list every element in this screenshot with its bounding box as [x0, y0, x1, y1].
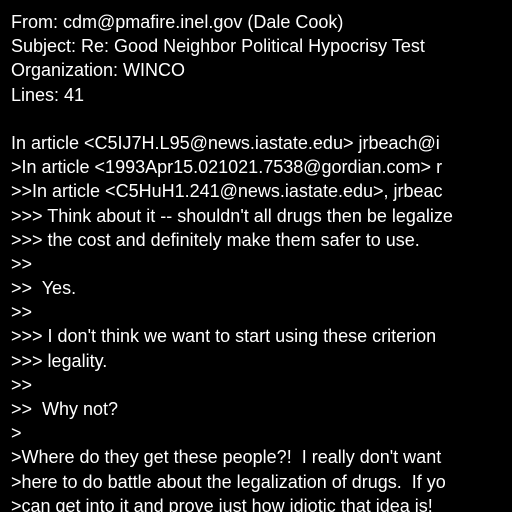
message-view: From: cdm@pmafire.inel.gov (Dale Cook) S… [0, 0, 512, 512]
body-line: >> Why not? [11, 399, 119, 419]
body-line: >> Yes. [11, 278, 77, 299]
body-line: In article <C5IJ7H.L95@news.iastate.edu>… [11, 132, 440, 153]
body-line: >>In article <C5HuH1.241@news.iastate.ed… [11, 181, 443, 202]
body-line: > [11, 423, 22, 444]
body-line: >>> Think about it -- shouldn't all drug… [11, 205, 453, 226]
body-line: >> [11, 302, 33, 323]
body-line: >Where do they get these people?! I real… [11, 447, 442, 468]
header-lines: Lines: 41 [11, 84, 85, 105]
header-from: From: cdm@pmafire.inel.gov (Dale Cook) [11, 12, 344, 32]
body-line: >here to do battle about the legalizatio… [11, 471, 446, 492]
body-line: >> [11, 253, 33, 274]
body-line: >>> the cost and definitely make them sa… [11, 229, 420, 250]
body-line: >>> legality. [11, 350, 108, 371]
body-line: >can get into it and prove just how idio… [11, 495, 433, 512]
header-organization: Organization: WINCO [11, 60, 186, 81]
message-text: From: cdm@pmafire.inel.gov (Dale Cook) S… [11, 10, 512, 512]
body-line: >In article <1993Apr15.021021.7538@gordi… [11, 157, 443, 178]
body-line: >> [11, 374, 33, 395]
header-subject: Subject: Re: Good Neighbor Political Hyp… [11, 36, 425, 57]
body-line: >>> I don't think we want to start using… [11, 326, 437, 347]
